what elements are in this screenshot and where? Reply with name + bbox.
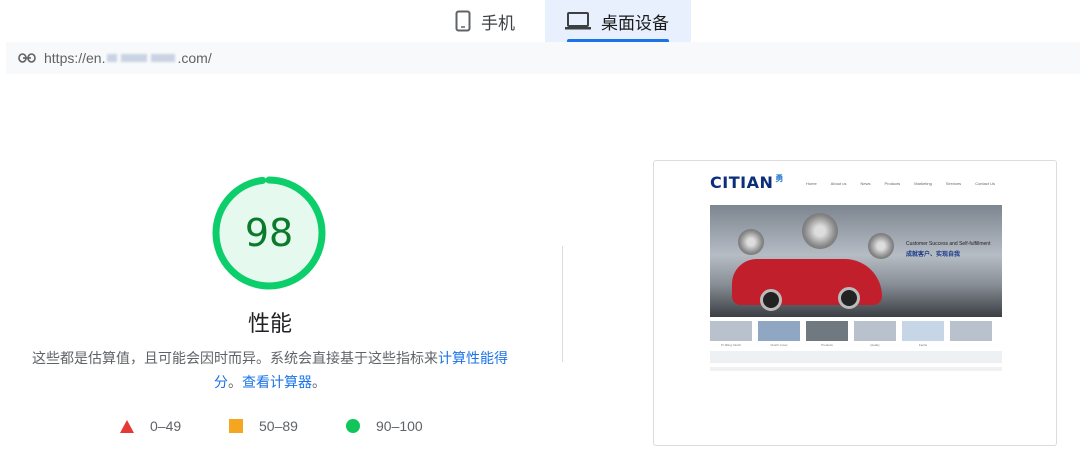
link-icon: [18, 53, 36, 63]
tab-mobile-label: 手机: [481, 13, 515, 33]
performance-score-gauge: 98: [210, 174, 328, 292]
clutch-disc-image: [868, 233, 894, 259]
laptop-icon: [565, 11, 591, 31]
product-tile: [710, 321, 752, 341]
redacted-text: [107, 54, 118, 62]
tile-label: Faults: [918, 343, 928, 347]
tile-label: Quality: [870, 343, 880, 347]
clutch-disc-image: [802, 213, 838, 249]
url-bar: https://en. .com/: [6, 42, 1080, 74]
legend-item-average: 50–89: [229, 418, 298, 434]
site-hero-banner: Customer Success and Self-fulfillment 成就…: [710, 205, 1002, 317]
site-logo-cn: 勇: [775, 174, 784, 183]
product-tile: [806, 321, 848, 341]
tile-label: Clutch Cover: [770, 343, 788, 347]
redacted-text: [151, 54, 176, 62]
legend-item-pass: 90–100: [346, 418, 423, 434]
score-description: 这些都是估算值，且可能会因时而异。系统会直接基于这些指标来计算性能得分。查看计算…: [28, 346, 512, 394]
description-text: 这些都是估算值，且可能会因时而异。系统会直接基于这些指标来: [32, 350, 438, 366]
product-tile: [902, 321, 944, 341]
redacted-text: [121, 54, 148, 62]
car-wheel: [838, 287, 860, 309]
site-nav-item: Products: [884, 181, 901, 186]
site-tile-labels: Pr-filling Clutch Clutch Cover Products …: [710, 343, 1002, 347]
product-tile: [950, 321, 992, 341]
phone-icon: [455, 10, 471, 32]
product-tile: [854, 321, 896, 341]
site-tagline: Customer Success and Self-fulfillment: [906, 241, 991, 247]
description-end: 。: [312, 374, 326, 390]
site-footer-bar: [710, 351, 1002, 363]
url-prefix[interactable]: https://en.: [44, 50, 105, 66]
description-separator: 。: [228, 374, 242, 390]
view-calculator-link[interactable]: 查看计算器: [242, 374, 312, 390]
metric-title: 性能: [247, 311, 292, 336]
site-product-tiles: [710, 321, 1002, 341]
legend-label: 50–89: [259, 418, 298, 434]
legend-label: 90–100: [376, 418, 423, 434]
tile-label: Products: [821, 343, 833, 347]
site-logo: CITIAN 勇: [710, 173, 784, 192]
tile-label: Pr-filling Clutch: [720, 343, 742, 347]
red-triangle-icon: [120, 419, 134, 433]
site-nav-item: Services: [945, 181, 962, 186]
site-preview: CITIAN 勇 Home About us News Products Mark…: [710, 169, 1002, 379]
site-nav-item: About us: [830, 181, 847, 186]
legend-item-fail: 0–49: [120, 418, 181, 434]
site-nav-item: Marketing: [914, 181, 932, 186]
orange-square-icon: [229, 419, 243, 433]
tab-desktop[interactable]: 桌面设备: [545, 0, 691, 42]
divider: [562, 246, 563, 362]
score-value: 98: [244, 211, 294, 255]
green-circle-icon: [346, 419, 360, 433]
site-footer-bar: [710, 367, 1002, 371]
product-tile: [758, 321, 800, 341]
site-nav: Home About us News Products Marketing Se…: [806, 181, 995, 186]
site-logo-text: CITIAN: [710, 173, 774, 192]
site-nav-item: Home: [806, 181, 817, 186]
page-screenshot-thumbnail: CITIAN 勇 Home About us News Products Mark…: [653, 160, 1057, 446]
tab-desktop-label: 桌面设备: [601, 13, 669, 33]
tab-mobile[interactable]: 手机: [455, 0, 515, 42]
tile-label: [950, 343, 992, 347]
site-nav-item: News: [860, 181, 871, 186]
url-suffix[interactable]: .com/: [177, 50, 211, 66]
site-nav-item: Contact Us: [975, 181, 995, 186]
site-tagline-cn: 成就客户、实现自我: [906, 252, 961, 258]
clutch-disc-image: [738, 229, 764, 255]
legend-label: 0–49: [150, 418, 182, 434]
car-wheel: [760, 289, 782, 311]
